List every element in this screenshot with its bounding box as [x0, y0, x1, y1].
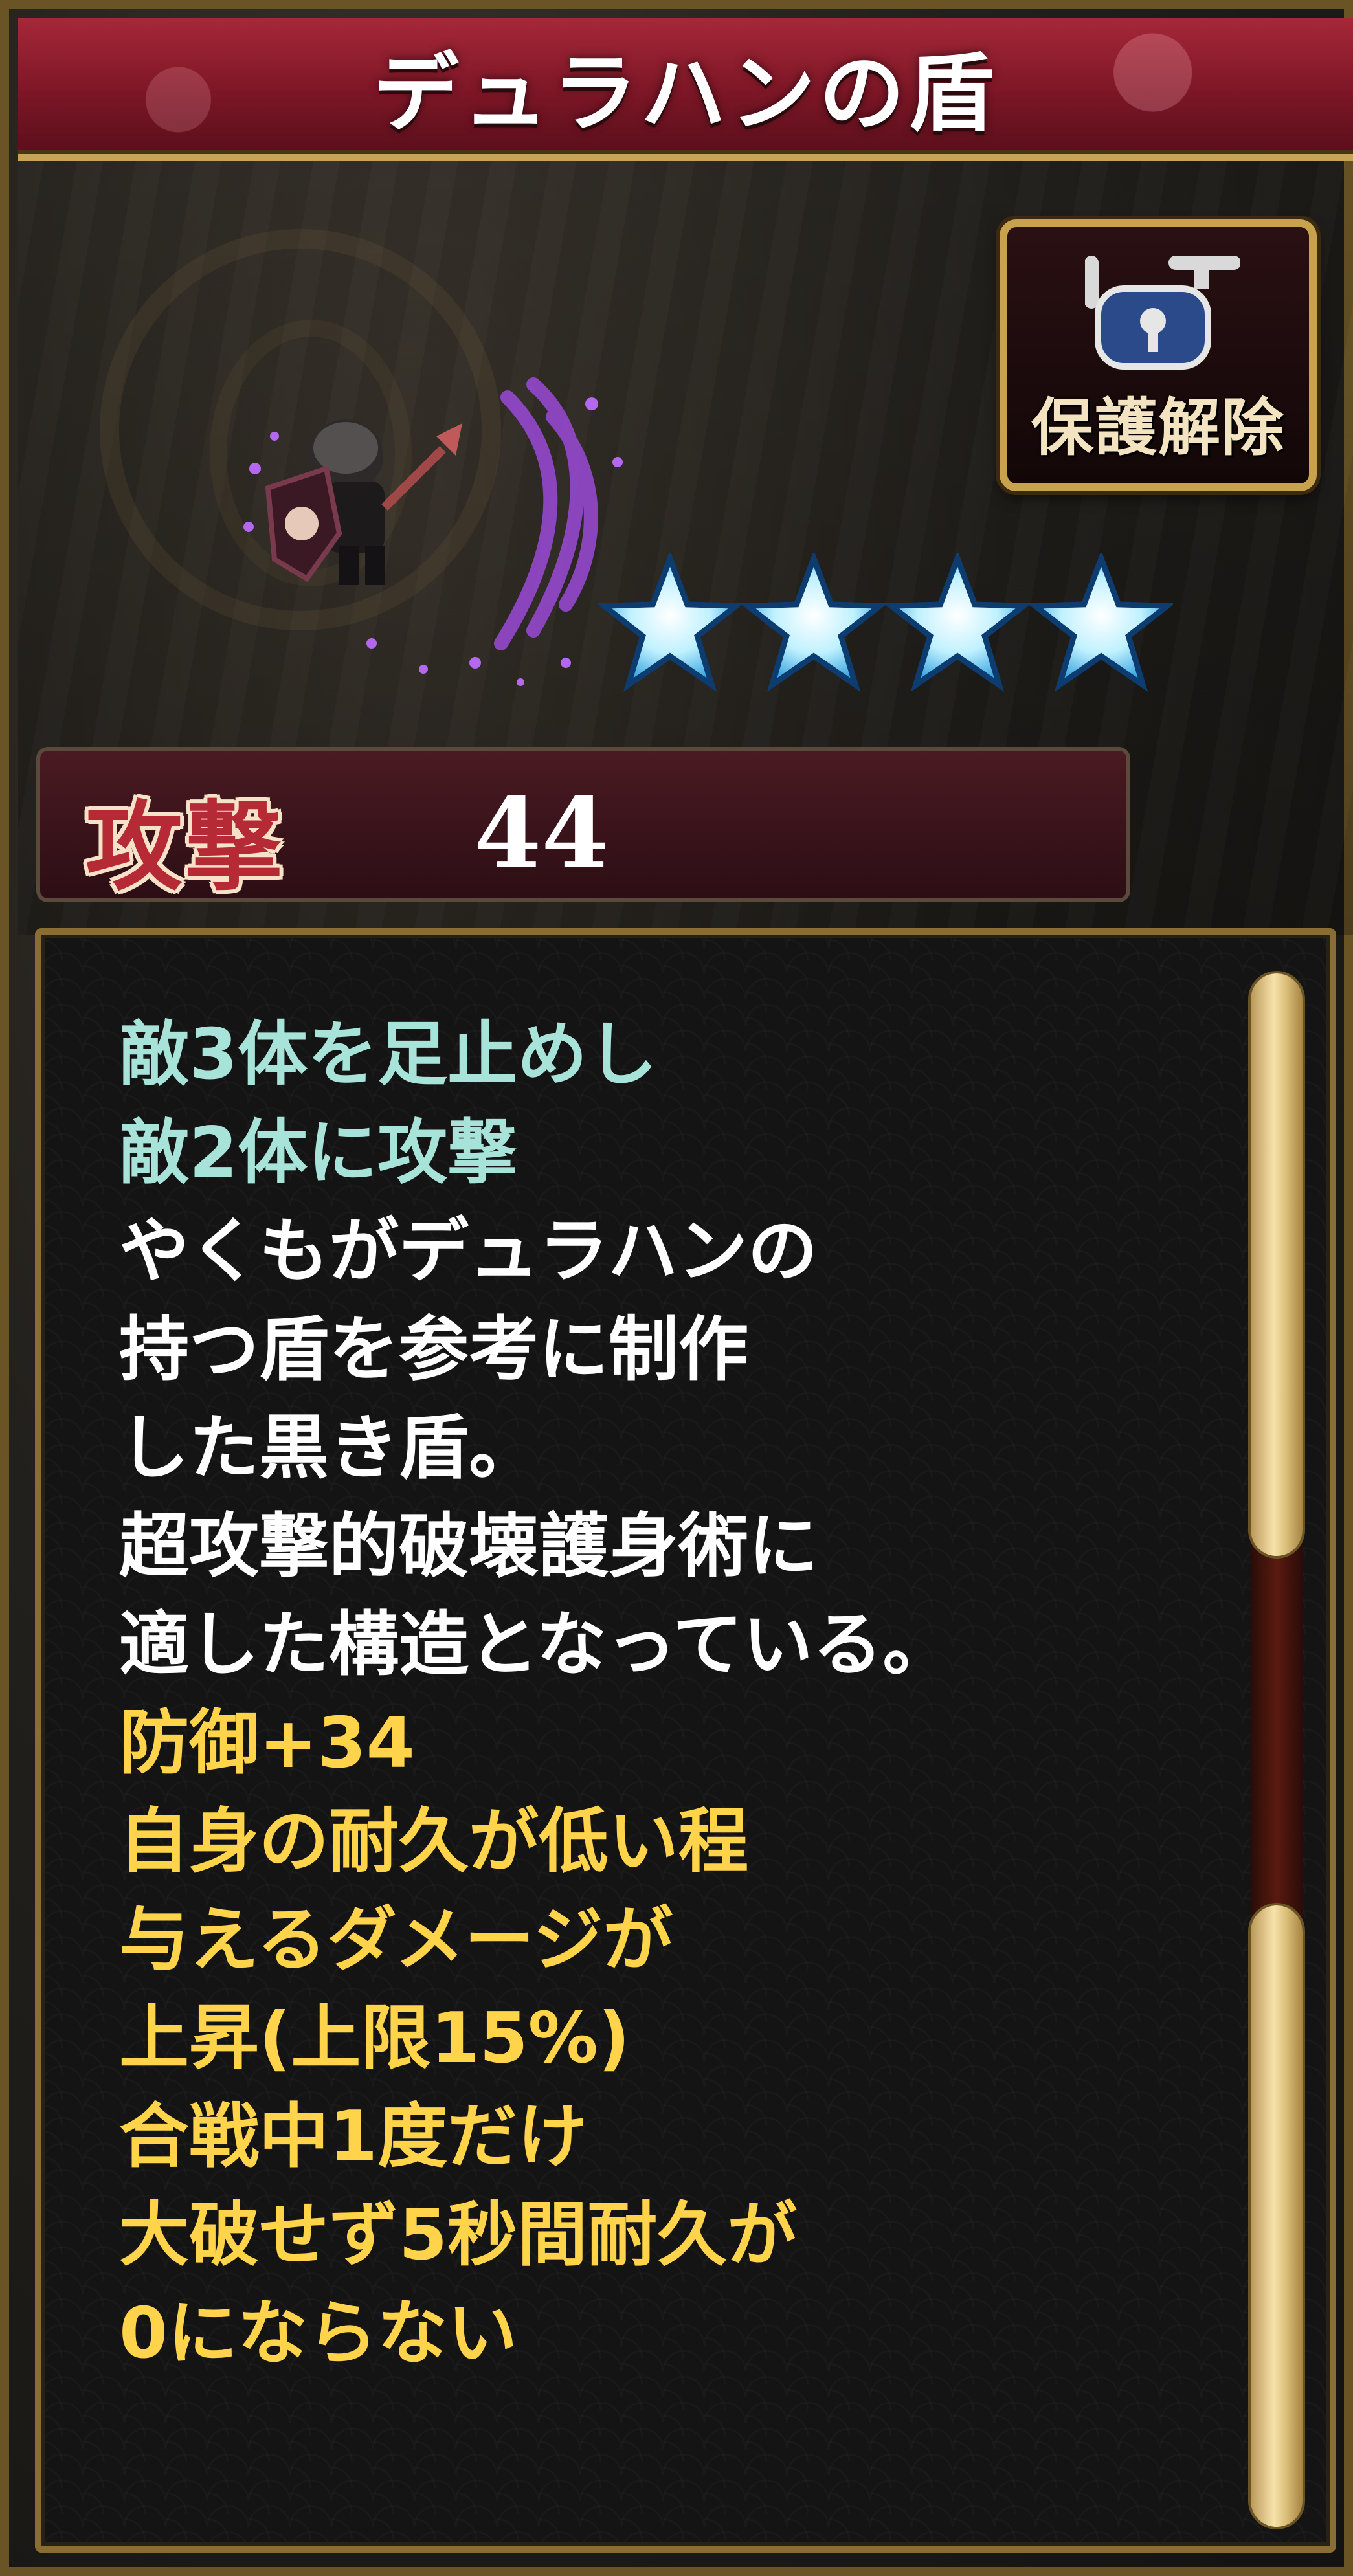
description-line: 自身の耐久が低い程	[119, 1801, 749, 1882]
star-icon	[598, 553, 742, 693]
star-icon	[886, 553, 1029, 693]
description-line: 大破せず5秒間耐久が	[119, 2195, 798, 2276]
description-line: 与えるダメージが	[119, 1900, 673, 1981]
stat-label: 攻撃	[85, 790, 285, 904]
description-line: 防御+34	[119, 1703, 415, 1784]
description-line: 超攻撃的破壊護身術に	[119, 1506, 819, 1587]
description-line: 持つ盾を参考に制作	[119, 1309, 749, 1390]
description-line: やくもがデュラハンの	[119, 1211, 818, 1292]
description-panel[interactable]: 敵3体を足止めし 敵2体に攻撃 やくもがデュラハンの 持つ盾を参考に制作 した黒…	[35, 928, 1336, 2553]
description-line: 上昇(上限15%)	[119, 1998, 631, 2079]
unprotect-label: 保護解除	[1031, 391, 1285, 464]
rarity-stars	[598, 553, 1173, 702]
description-line: 敵2体に攻撃	[119, 1113, 518, 1194]
description-line: 適した構造となっている。	[119, 1604, 953, 1685]
star-icon	[742, 553, 886, 693]
item-title: デュラハンの盾	[373, 43, 998, 144]
description-line: 0にならない	[119, 2293, 518, 2374]
stat-value: 44	[474, 777, 609, 891]
description-text: 敵3体を足止めし 敵2体に攻撃 やくもがデュラハンの 持つ盾を参考に制作 した黒…	[119, 1006, 1187, 2383]
description-line: 合戦中1度だけ	[119, 2096, 588, 2177]
description-line: した黒き盾。	[119, 1408, 539, 1489]
scrollbar-thumb[interactable]	[1251, 1905, 1303, 2527]
scrollbar-thumb[interactable]	[1251, 973, 1303, 1556]
description-line: 敵3体を足止めし	[119, 1014, 658, 1095]
unprotect-button[interactable]: 保護解除	[1000, 219, 1317, 491]
title-banner: デュラハンの盾	[18, 18, 1353, 161]
attack-stat-bar: 攻撃 44	[36, 747, 1130, 904]
star-icon	[1029, 553, 1173, 693]
lock-open-icon	[1085, 256, 1240, 370]
item-detail-card: デュラハンの盾 保護解除 攻撃 44 敵3体を足止めし 敵2体に攻撃 やくもがデ…	[0, 0, 1353, 2576]
